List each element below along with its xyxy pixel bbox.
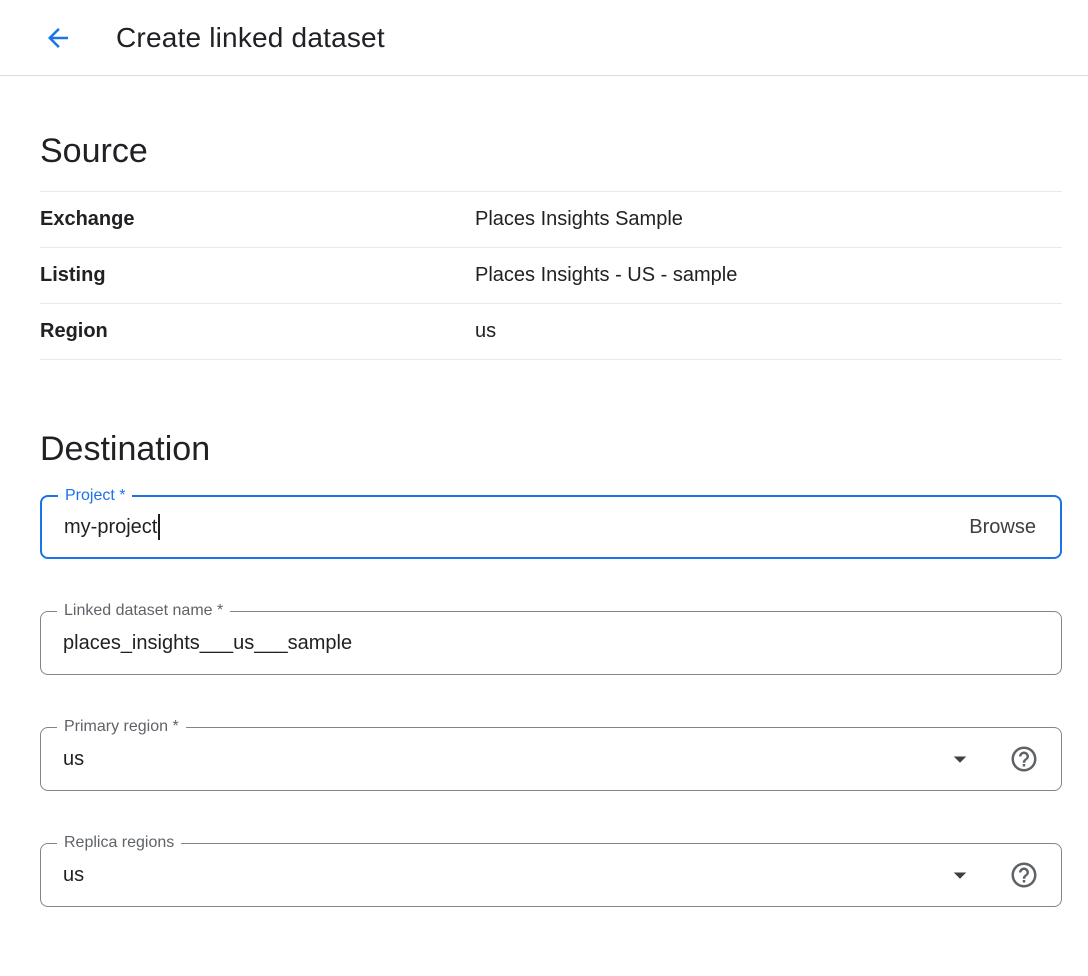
replica-regions-label: Replica regions [57, 833, 181, 853]
exchange-label: Exchange [40, 192, 475, 248]
linked-dataset-name-field[interactable]: Linked dataset name * places_insights___… [40, 611, 1062, 675]
create-linked-dataset-page: Create linked dataset Source Exchange Pl… [0, 0, 1088, 976]
main-content: Source Exchange Places Insights Sample L… [0, 76, 1088, 955]
table-row-listing: Listing Places Insights - US - sample [40, 248, 1062, 304]
exchange-value: Places Insights Sample [475, 192, 1062, 248]
region-value: us [475, 304, 1062, 360]
replica-regions-select[interactable]: us [63, 864, 84, 887]
linked-dataset-name-label: Linked dataset name * [57, 601, 230, 621]
help-icon[interactable] [1009, 744, 1039, 774]
header: Create linked dataset [0, 0, 1088, 76]
page-title: Create linked dataset [116, 22, 385, 54]
table-row-exchange: Exchange Places Insights Sample [40, 192, 1062, 248]
table-row-region: Region us [40, 304, 1062, 360]
chevron-down-icon[interactable] [945, 744, 975, 774]
project-input[interactable]: my-project [64, 516, 157, 539]
arrow-back-icon [43, 23, 73, 53]
primary-region-select[interactable]: us [63, 748, 84, 771]
primary-region-field[interactable]: Primary region * us [40, 727, 1062, 791]
listing-value: Places Insights - US - sample [475, 248, 1062, 304]
destination-heading: Destination [40, 360, 1062, 495]
source-heading: Source [40, 76, 1062, 191]
linked-dataset-name-input[interactable]: places_insights___us___sample [63, 632, 352, 655]
browse-button[interactable]: Browse [967, 510, 1038, 545]
listing-label: Listing [40, 248, 475, 304]
text-cursor [158, 514, 160, 540]
help-icon[interactable] [1009, 860, 1039, 890]
chevron-down-icon[interactable] [945, 860, 975, 890]
region-label: Region [40, 304, 475, 360]
project-field-label: Project * [58, 486, 132, 506]
source-table: Exchange Places Insights Sample Listing … [40, 191, 1062, 360]
project-field[interactable]: Project * my-project Browse [40, 495, 1062, 559]
primary-region-label: Primary region * [57, 717, 186, 737]
back-button[interactable] [36, 16, 80, 60]
replica-regions-field[interactable]: Replica regions us [40, 843, 1062, 907]
